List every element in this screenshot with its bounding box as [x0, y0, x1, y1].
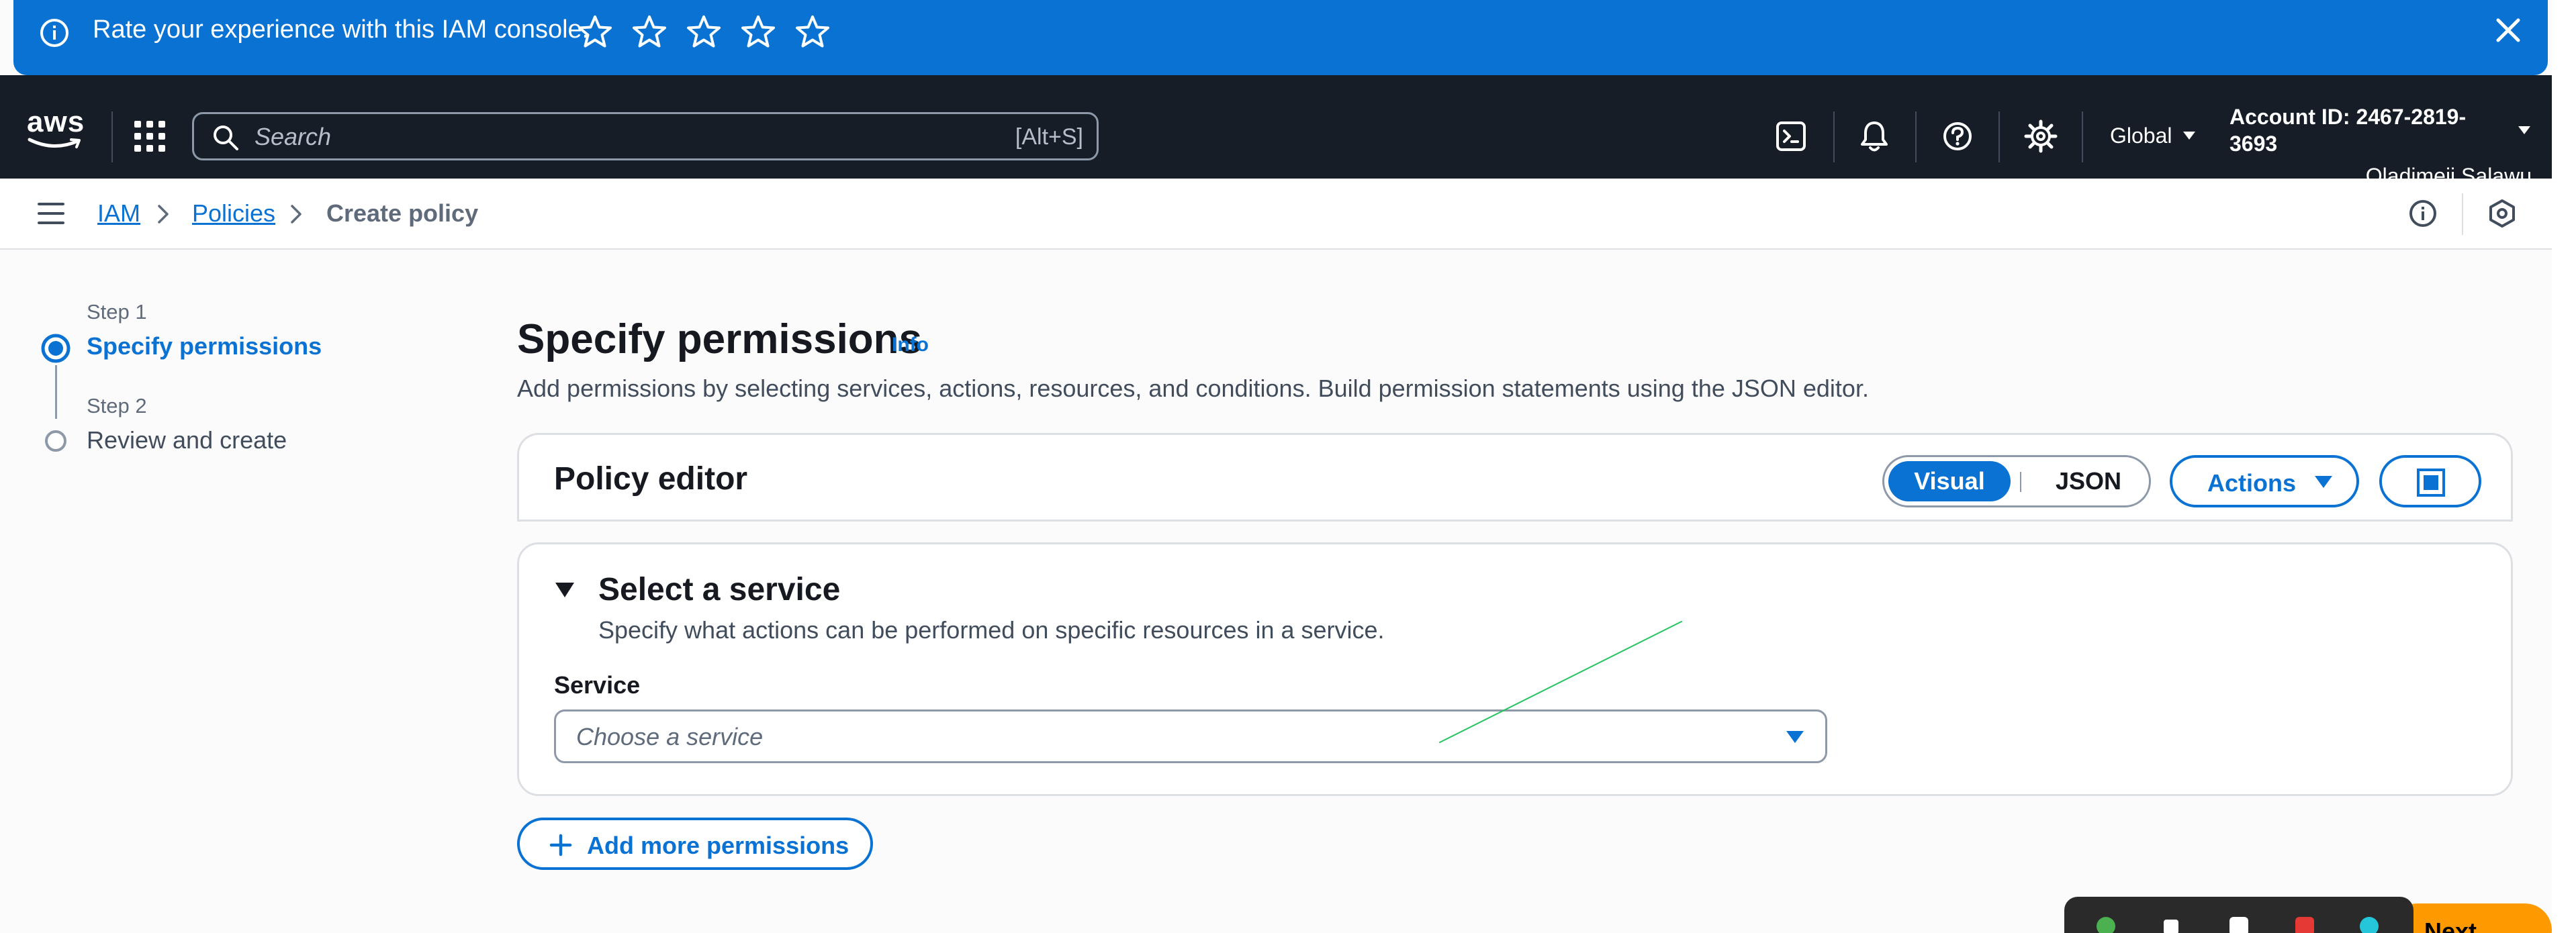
- divider: [111, 111, 113, 162]
- notifications-bell-icon[interactable]: [1859, 119, 1890, 153]
- info-link[interactable]: Info: [892, 334, 929, 356]
- info-panel-icon[interactable]: [2408, 199, 2438, 228]
- caret-down-icon: [2313, 474, 2334, 490]
- policy-editor-title: Policy editor: [554, 461, 748, 497]
- mode-visual-button[interactable]: Visual: [1888, 461, 2011, 501]
- divider: [2020, 472, 2021, 492]
- app-icon[interactable]: [2097, 917, 2115, 933]
- cloudshell-icon[interactable]: [1776, 121, 1806, 152]
- breadcrumb-policies[interactable]: Policies: [192, 199, 275, 228]
- feedback-banner: Rate your experience with this IAM conso…: [13, 0, 2548, 75]
- star-icon[interactable]: [685, 13, 723, 51]
- add-more-permissions-label: Add more permissions: [587, 832, 849, 859]
- policy-editor-card: Policy editor Visual JSON Actions: [517, 433, 2513, 520]
- annotation-line: [1439, 621, 1682, 743]
- window-edge: [2552, 0, 2576, 933]
- star-icon[interactable]: [631, 13, 668, 51]
- taskbar-popup: [2064, 897, 2413, 933]
- step-2-title: Review and create: [87, 426, 287, 454]
- region-selector[interactable]: Global: [2110, 122, 2197, 149]
- app-icon[interactable]: [2295, 917, 2314, 933]
- select-service-description: Specify what actions can be performed on…: [598, 616, 1385, 644]
- star-icon[interactable]: [576, 13, 614, 51]
- caret-down-icon: [2517, 125, 2532, 136]
- search-shortcut: [Alt+S]: [1015, 124, 1083, 150]
- step-inactive-indicator-icon: [44, 430, 67, 452]
- app-icon[interactable]: [2164, 920, 2178, 933]
- breadcrumb-iam[interactable]: IAM: [97, 199, 140, 228]
- aws-logo-text: aws: [27, 105, 85, 138]
- search-icon: [212, 124, 240, 152]
- step-1-title[interactable]: Specify permissions: [87, 332, 322, 361]
- page-title: Specify permissions: [517, 316, 923, 362]
- info-icon: [39, 17, 70, 48]
- service-select-placeholder: Choose a service: [576, 723, 764, 750]
- wizard-steps: Step 1 Specify permissions Step 2 Review…: [0, 250, 470, 518]
- breadcrumb-bar: IAM Policies Create policy: [0, 179, 2552, 250]
- next-label: Next: [2424, 918, 2477, 933]
- divider: [1915, 111, 1917, 162]
- step-2-label: Step 2: [87, 394, 147, 418]
- fullscreen-icon: [2416, 467, 2446, 498]
- search-placeholder: Search: [255, 123, 332, 150]
- add-more-permissions-button[interactable]: Add more permissions: [517, 818, 873, 870]
- select-service-title[interactable]: Select a service: [598, 571, 840, 609]
- actions-label: Actions: [2207, 469, 2297, 497]
- step-1-label: Step 1: [87, 300, 147, 324]
- chevron-right-icon: [157, 204, 169, 224]
- feedback-text: Rate your experience with this IAM conso…: [93, 15, 590, 44]
- breadcrumb-current: Create policy: [326, 199, 479, 227]
- app-icon[interactable]: [2229, 917, 2248, 933]
- aws-smile-icon: [28, 138, 81, 148]
- page-description: Add permissions by selecting services, a…: [517, 375, 1869, 402]
- step-active-indicator-icon: [40, 333, 71, 364]
- editor-mode-toggle: Visual JSON: [1882, 455, 2151, 507]
- mode-json-button[interactable]: JSON: [2028, 461, 2149, 501]
- divider: [1833, 111, 1835, 162]
- hexagon-settings-icon[interactable]: [2487, 199, 2517, 228]
- search-input[interactable]: Search [Alt+S]: [192, 112, 1099, 160]
- divider: [2082, 111, 2083, 162]
- caret-down-icon: [1785, 729, 1805, 745]
- rating-stars: [576, 13, 831, 51]
- star-icon[interactable]: [739, 13, 777, 51]
- service-field-label: Service: [554, 671, 641, 699]
- account-menu[interactable]: Account ID: 2467-2819-3693 Oladimeji Sal…: [2229, 103, 2532, 189]
- services-grid-icon[interactable]: [133, 119, 167, 153]
- close-icon[interactable]: [2493, 15, 2524, 46]
- star-icon[interactable]: [794, 13, 831, 51]
- plus-icon: [549, 834, 572, 856]
- menu-hamburger-icon[interactable]: [38, 201, 64, 226]
- caret-down-icon[interactable]: [554, 581, 576, 599]
- divider: [517, 520, 2513, 522]
- settings-gear-icon[interactable]: [2024, 119, 2058, 153]
- divider: [2462, 193, 2463, 235]
- step-connector: [55, 365, 57, 419]
- fullscreen-button[interactable]: [2379, 455, 2481, 507]
- app-icon[interactable]: [2360, 917, 2379, 933]
- actions-dropdown-button[interactable]: Actions: [2170, 455, 2359, 507]
- divider: [1998, 111, 2000, 162]
- top-navigation: aws Search [Alt+S] Global Account ID: 24…: [0, 75, 2552, 188]
- region-label: Global: [2110, 124, 2172, 148]
- chevron-right-icon: [290, 204, 302, 224]
- next-button[interactable]: Next: [2391, 903, 2552, 933]
- aws-logo[interactable]: aws: [27, 107, 85, 150]
- caret-down-icon: [2182, 130, 2197, 141]
- account-id: Account ID: 2467-2819-3693: [2229, 105, 2467, 156]
- help-icon[interactable]: [1942, 121, 1973, 152]
